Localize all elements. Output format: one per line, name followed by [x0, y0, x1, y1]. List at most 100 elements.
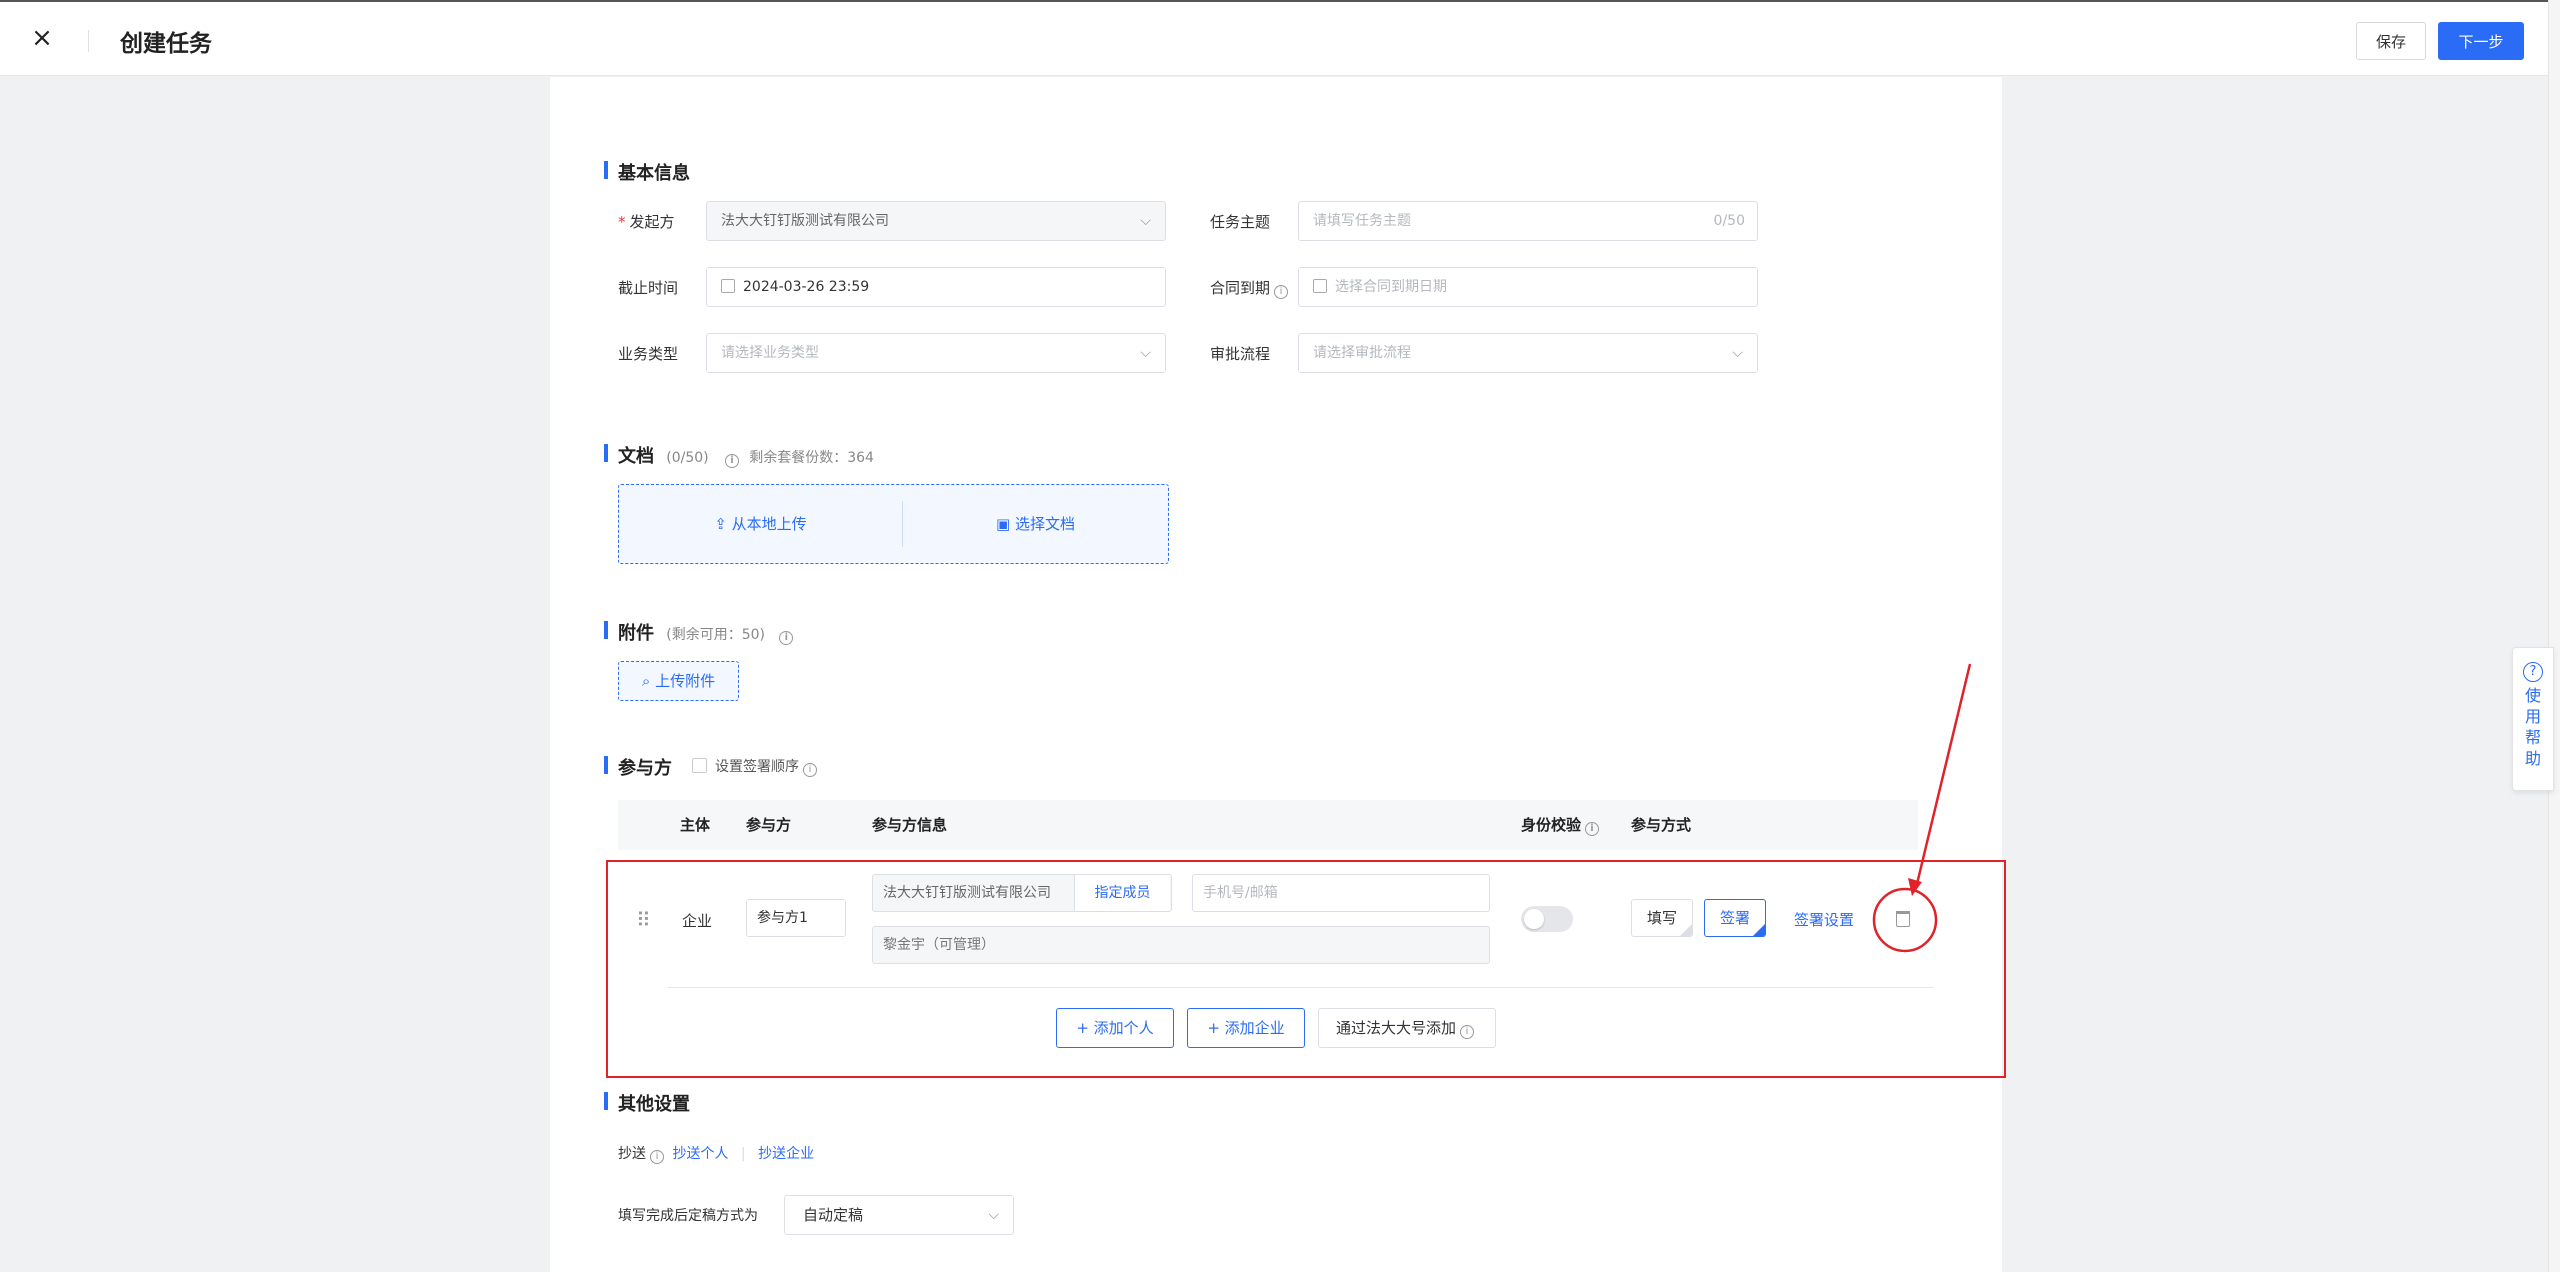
toggle-knob — [1524, 909, 1544, 929]
documents-count: (0/50) — [666, 450, 709, 466]
top-bar: × 创建任务 保存 下一步 — [0, 0, 2560, 76]
document-icon: ▣ — [996, 515, 1011, 533]
col-identity-check-label: 身份校验 — [1521, 816, 1582, 834]
info-icon[interactable]: i — [650, 1150, 664, 1164]
business-type-label: 业务类型 — [618, 345, 679, 363]
choose-document-label: 选择文档 — [1014, 515, 1075, 533]
upload-attachment-button[interactable]: ⌕ 上传附件 — [618, 661, 739, 701]
add-via-fadada-button[interactable]: 通过法大大号添加 i — [1318, 1008, 1496, 1048]
col-participation: 参与方式 — [1631, 816, 1692, 834]
subject-label: 任务主题 — [1210, 213, 1271, 231]
mode-fill-label: 填写 — [1646, 909, 1677, 927]
sign-order-option[interactable]: 设置签署顺序 i — [692, 756, 821, 777]
sign-order-checkbox[interactable] — [692, 758, 707, 773]
member-value: 黎金宇（可管理） — [883, 937, 995, 953]
col-party: 参与方 — [746, 816, 792, 834]
deadline-picker[interactable]: 2024-03-26 23:59 — [706, 267, 1166, 307]
attachments-remaining: (剩余可用：50) — [666, 627, 766, 643]
chevron-down-icon: ⌵ — [1140, 213, 1151, 229]
page-scrollbar[interactable] — [2548, 0, 2560, 1272]
member-field[interactable]: 黎金宇（可管理） — [872, 926, 1490, 964]
mode-sign-label: 签署 — [1719, 909, 1750, 927]
approval-placeholder: 请选择审批流程 — [1313, 345, 1411, 361]
upload-local-button[interactable]: ⇪ 从本地上传 — [619, 485, 902, 563]
col-identity-check: 身份校验 i — [1521, 800, 1603, 850]
choose-document-button[interactable]: ▣ 选择文档 — [903, 485, 1168, 563]
section-basic-info: 基本信息 — [604, 159, 690, 185]
initiator-value: 法大大钉钉版测试有限公司 — [721, 213, 889, 229]
cc-label: 抄送 — [618, 1146, 646, 1162]
upload-local-label: 从本地上传 — [731, 515, 807, 533]
calendar-icon — [1313, 279, 1327, 293]
assign-member-button[interactable]: 指定成员 — [1074, 875, 1170, 911]
contact-input[interactable]: 手机号/邮箱 — [1192, 874, 1490, 912]
initiator-select[interactable]: 法大大钉钉版测试有限公司 ⌵ — [706, 201, 1166, 241]
section-documents: 文档 (0/50) i 剩余套餐份数：364 — [604, 442, 874, 468]
required-mark: * — [618, 213, 626, 231]
col-party-info: 参与方信息 — [872, 816, 948, 834]
contract-expiry-picker[interactable]: 选择合同到期日期 — [1298, 267, 1758, 307]
document-upload-area: ⇪ 从本地上传 ▣ 选择文档 — [618, 484, 1169, 564]
contact-placeholder: 手机号/邮箱 — [1203, 885, 1278, 901]
upload-icon: ⇪ — [714, 515, 727, 533]
form-panel: 基本信息 * 发起方 法大大钉钉版测试有限公司 ⌵ 任务主题 请填写任务主题 0/… — [550, 77, 2002, 1272]
save-button[interactable]: 保存 — [2356, 22, 2426, 60]
sign-order-label: 设置签署顺序 — [715, 759, 799, 775]
info-icon[interactable]: i — [779, 631, 794, 645]
documents-remaining: 剩余套餐份数：364 — [749, 450, 874, 466]
add-person-button[interactable]: + 添加个人 — [1056, 1008, 1174, 1048]
identity-check-toggle[interactable] — [1521, 906, 1573, 932]
col-subject: 主体 — [680, 816, 711, 834]
participants-table-header: 主体 参与方 参与方信息 身份校验 i 参与方式 — [618, 800, 1918, 850]
sign-settings-link[interactable]: 签署设置 — [1794, 909, 1854, 930]
business-type-select[interactable]: 请选择业务类型 ⌵ — [706, 333, 1166, 373]
chevron-down-icon: ⌵ — [988, 1207, 999, 1223]
chevron-down-icon: ⌵ — [1732, 345, 1743, 361]
info-icon[interactable]: i — [1585, 822, 1600, 836]
finalize-select[interactable]: 自动定稿 ⌵ — [784, 1195, 1014, 1235]
cc-divider: | — [740, 1146, 746, 1162]
section-attachments: 附件 (剩余可用：50) i — [604, 619, 797, 645]
subject-input[interactable]: 请填写任务主题 0/50 — [1298, 201, 1758, 241]
contract-expiry-label: 合同到期 i — [1210, 277, 1292, 299]
info-icon[interactable]: i — [803, 763, 817, 777]
participants-title: 参与方 — [618, 758, 672, 779]
header-divider — [88, 30, 89, 52]
deadline-label: 截止时间 — [618, 279, 679, 297]
mode-sign-button[interactable]: 签署 — [1704, 899, 1766, 937]
approval-label: 审批流程 — [1210, 345, 1271, 363]
cc-company-link[interactable]: 抄送企业 — [758, 1146, 814, 1162]
info-icon[interactable]: i — [1274, 285, 1289, 299]
party-name-input[interactable]: 参与方1 — [746, 899, 846, 937]
help-text: 使用帮助 — [2524, 686, 2541, 768]
next-step-button[interactable]: 下一步 — [2438, 22, 2524, 60]
initiator-label: * 发起方 — [618, 211, 675, 232]
business-type-placeholder: 请选择业务类型 — [721, 345, 819, 361]
documents-title: 文档 — [618, 446, 654, 467]
row-divider — [668, 987, 1934, 988]
attachments-title: 附件 — [618, 623, 654, 644]
help-widget[interactable]: ? 使用帮助 — [2512, 647, 2554, 791]
section-other-settings: 其他设置 — [604, 1090, 690, 1116]
finalize-label: 填写完成后定稿方式为 — [618, 1208, 758, 1224]
row-subject: 企业 — [682, 912, 713, 930]
paperclip-icon: ⌕ — [641, 672, 651, 690]
drag-handle-icon[interactable]: ⠿ — [636, 908, 651, 932]
question-icon: ? — [2523, 662, 2543, 682]
info-icon[interactable]: i — [724, 454, 739, 468]
section-participants: 参与方 — [604, 754, 672, 780]
corner-check-mark — [1753, 924, 1765, 936]
company-value: 法大大钉钉版测试有限公司 — [883, 885, 1051, 901]
cc-person-link[interactable]: 抄送个人 — [672, 1146, 728, 1162]
info-icon[interactable]: i — [1460, 1025, 1474, 1039]
add-via-fadada-label: 通过法大大号添加 — [1335, 1019, 1456, 1037]
add-company-button[interactable]: + 添加企业 — [1187, 1008, 1305, 1048]
close-icon[interactable]: × — [28, 24, 56, 52]
mode-fill-button[interactable]: 填写 — [1631, 899, 1693, 937]
deadline-value: 2024-03-26 23:59 — [743, 279, 870, 295]
chevron-down-icon: ⌵ — [1140, 345, 1151, 361]
trash-icon[interactable] — [1896, 911, 1910, 927]
subject-counter: 0/50 — [1713, 213, 1745, 229]
upload-attachment-label: 上传附件 — [655, 672, 716, 690]
approval-select[interactable]: 请选择审批流程 ⌵ — [1298, 333, 1758, 373]
